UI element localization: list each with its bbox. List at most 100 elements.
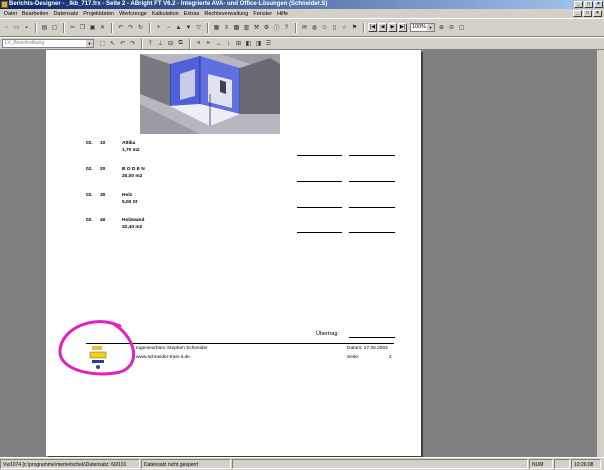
add-record-icon[interactable]: + [154,23,163,32]
uebertrag-label: Übertrag: [316,331,339,337]
next-page-button[interactable]: ▶ [388,23,397,32]
position-nr1: 02. [86,218,93,223]
last-page-button[interactable]: ▶| [398,23,407,32]
menu-bearbeiten[interactable]: Bearbeiten [20,11,51,17]
toolbar-separator [363,22,365,33]
remove-record-icon[interactable]: − [164,23,173,32]
delete-icon[interactable]: ✕ [98,23,107,32]
maximize-button[interactable]: □ [584,1,593,8]
unit-price-line [297,232,342,233]
align-left-icon[interactable]: ⫷ [194,39,203,48]
redo-icon[interactable]: ↷ [126,23,135,32]
refresh-icon[interactable]: ↻ [136,23,145,32]
filter-icon[interactable]: ▽ [194,23,203,32]
help-icon[interactable]: ? [282,23,291,32]
cut-icon[interactable]: ✂ [68,23,77,32]
position-name: Attika [122,141,136,146]
move-down-icon[interactable]: ▼ [184,23,193,32]
align-center-icon[interactable]: ⊟ [166,39,175,48]
zoom-in-icon[interactable]: ⊕ [437,23,446,32]
menu-hilfe[interactable]: Hilfe [275,11,290,17]
position-row: 02. 20 B O D E N 20,00 m2 [86,167,406,187]
chart-icon[interactable]: ▥ [242,23,251,32]
star-icon[interactable]: ☆ [340,23,349,32]
status-empty-2 [554,459,570,469]
group-icon[interactable]: ⧉ [176,39,185,48]
close-button[interactable]: × [594,1,603,8]
settings-icon[interactable]: ⚙ [262,23,271,32]
send-back-icon[interactable]: ◨ [254,39,263,48]
align-right-icon[interactable]: ⫸ [204,39,213,48]
table-icon[interactable]: ▦ [212,23,221,32]
position-name: Holz [122,193,133,198]
user-icon[interactable]: ☺ [320,23,329,32]
undo-icon[interactable]: ↶ [116,23,125,32]
footer-page-label: Seite: [347,355,360,360]
properties-icon[interactable]: ☰ [264,39,273,48]
menu-kalkulation[interactable]: Kalkulation [150,11,181,17]
redo-icon[interactable]: ↷ [128,39,137,48]
grid-icon[interactable]: ⊞ [234,39,243,48]
save-icon[interactable]: ▪ [22,23,31,32]
flag-icon[interactable]: ⚑ [350,23,359,32]
same-width-icon[interactable]: ↔ [214,39,223,48]
status-path: Vw1074 [c:\programme\memetschek\Datensat… [0,459,140,469]
list-icon[interactable]: ≡ [222,23,231,32]
window-title: Berichts-Designer - _lkb_717.frx - Seite… [9,1,328,7]
field-select[interactable]: LV_Beschreibung ▼ [2,39,94,48]
pointer-icon[interactable]: ↖ [108,39,117,48]
menu-fenster[interactable]: Fenster [251,11,274,17]
menu-projektdaten[interactable]: Projektdaten [81,11,116,17]
prev-page-button[interactable]: ◀ [378,23,387,32]
uebertrag-line [349,337,395,338]
move-up-icon[interactable]: ▲ [174,23,183,32]
menu-datensatz[interactable]: Datensatz [51,11,80,17]
lock-icon[interactable]: ▯ [330,23,339,32]
report-page: 02. 10 Attika 1,70 m2 02. 20 B O D E N 2… [46,50,421,456]
menu-extras[interactable]: Extras [182,11,202,17]
new-icon[interactable]: ▫ [2,23,11,32]
undo-icon[interactable]: ↶ [118,39,127,48]
toolbar-separator [149,22,151,33]
position-nr1: 02. [86,141,93,146]
unit-price-line [297,155,342,156]
zoom-select[interactable]: 100% ▼ [410,23,435,32]
minimize-button[interactable]: _ [574,1,583,8]
building-model-image [140,54,280,134]
menu-werkzeuge[interactable]: Werkzeuge [117,11,149,17]
main-toolbar: ▫ ▭ ▪ ▤ ▢ ✂ ❐ ▣ ✕ ↶ ↷ ↻ + − ▲ ▼ ▽ ▦ ≡ ▩ … [0,18,604,37]
position-row: 02. 40 Holzwand 32,40 m2 [86,218,406,238]
vertical-scrollbar[interactable] [597,50,604,457]
total-price-line [349,155,395,156]
menu-bar: Datei Bearbeiten Datensatz Projektdaten … [0,9,604,18]
total-price-line [349,232,395,233]
align-bottom-icon[interactable]: ⊥ [156,39,165,48]
mail-icon[interactable]: ✉ [300,23,309,32]
mdi-close-button[interactable]: × [593,10,602,17]
open-icon[interactable]: ▭ [12,23,21,32]
mdi-minimize-button[interactable]: _ [573,10,582,17]
status-time: 10:26:08 [571,459,601,469]
menu-datei[interactable]: Datei [2,11,19,17]
paste-icon[interactable]: ▣ [88,23,97,32]
mdi-restore-button[interactable]: □ [583,10,592,17]
calculator-icon[interactable]: ▩ [232,23,241,32]
total-price-line [349,181,395,182]
status-bar: Vw1074 [c:\programme\memetschek\Datensat… [0,457,604,470]
same-height-icon[interactable]: ↕ [224,39,233,48]
fit-page-icon[interactable]: ▢ [457,23,466,32]
first-page-button[interactable]: |◀ [368,23,377,32]
menu-rechteverwaltung[interactable]: Rechteverwaltung [202,11,250,17]
tools-icon[interactable]: ⚒ [252,23,261,32]
info-icon[interactable]: ⓘ [272,23,281,32]
print-icon[interactable]: ▤ [40,23,49,32]
align-top-icon[interactable]: ⊤ [146,39,155,48]
zoom-out-icon[interactable]: ⊖ [447,23,456,32]
toolbar-separator [63,22,65,33]
select-tool-icon[interactable]: ⬚ [98,39,107,48]
copy-icon[interactable]: ❐ [78,23,87,32]
footer-company: Ingenieurbüro Stephen Schneider [136,346,208,351]
globe-icon[interactable]: ◍ [310,23,319,32]
bring-front-icon[interactable]: ◧ [244,39,253,48]
preview-icon[interactable]: ▢ [50,23,59,32]
